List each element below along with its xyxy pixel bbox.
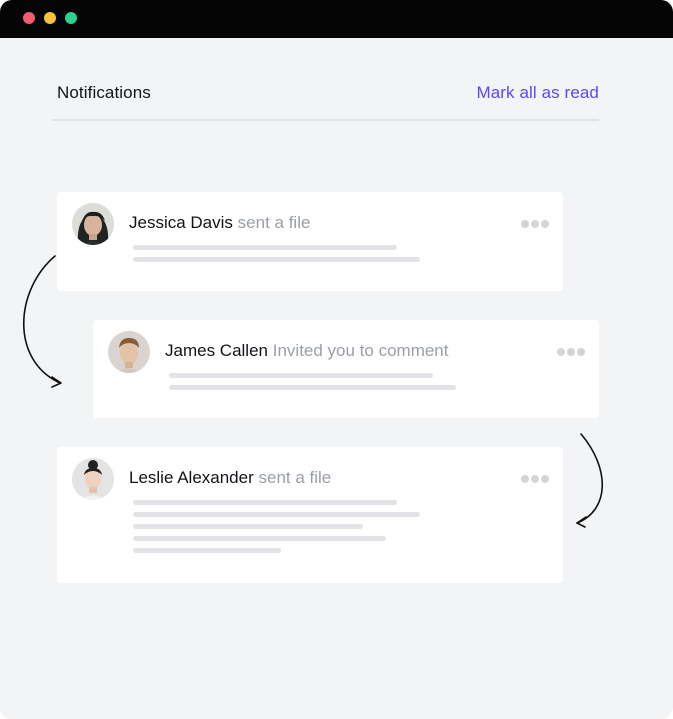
app-window: Notifications Mark all as read Jessica D… <box>0 0 673 719</box>
curved-arrow-icon <box>22 255 604 528</box>
